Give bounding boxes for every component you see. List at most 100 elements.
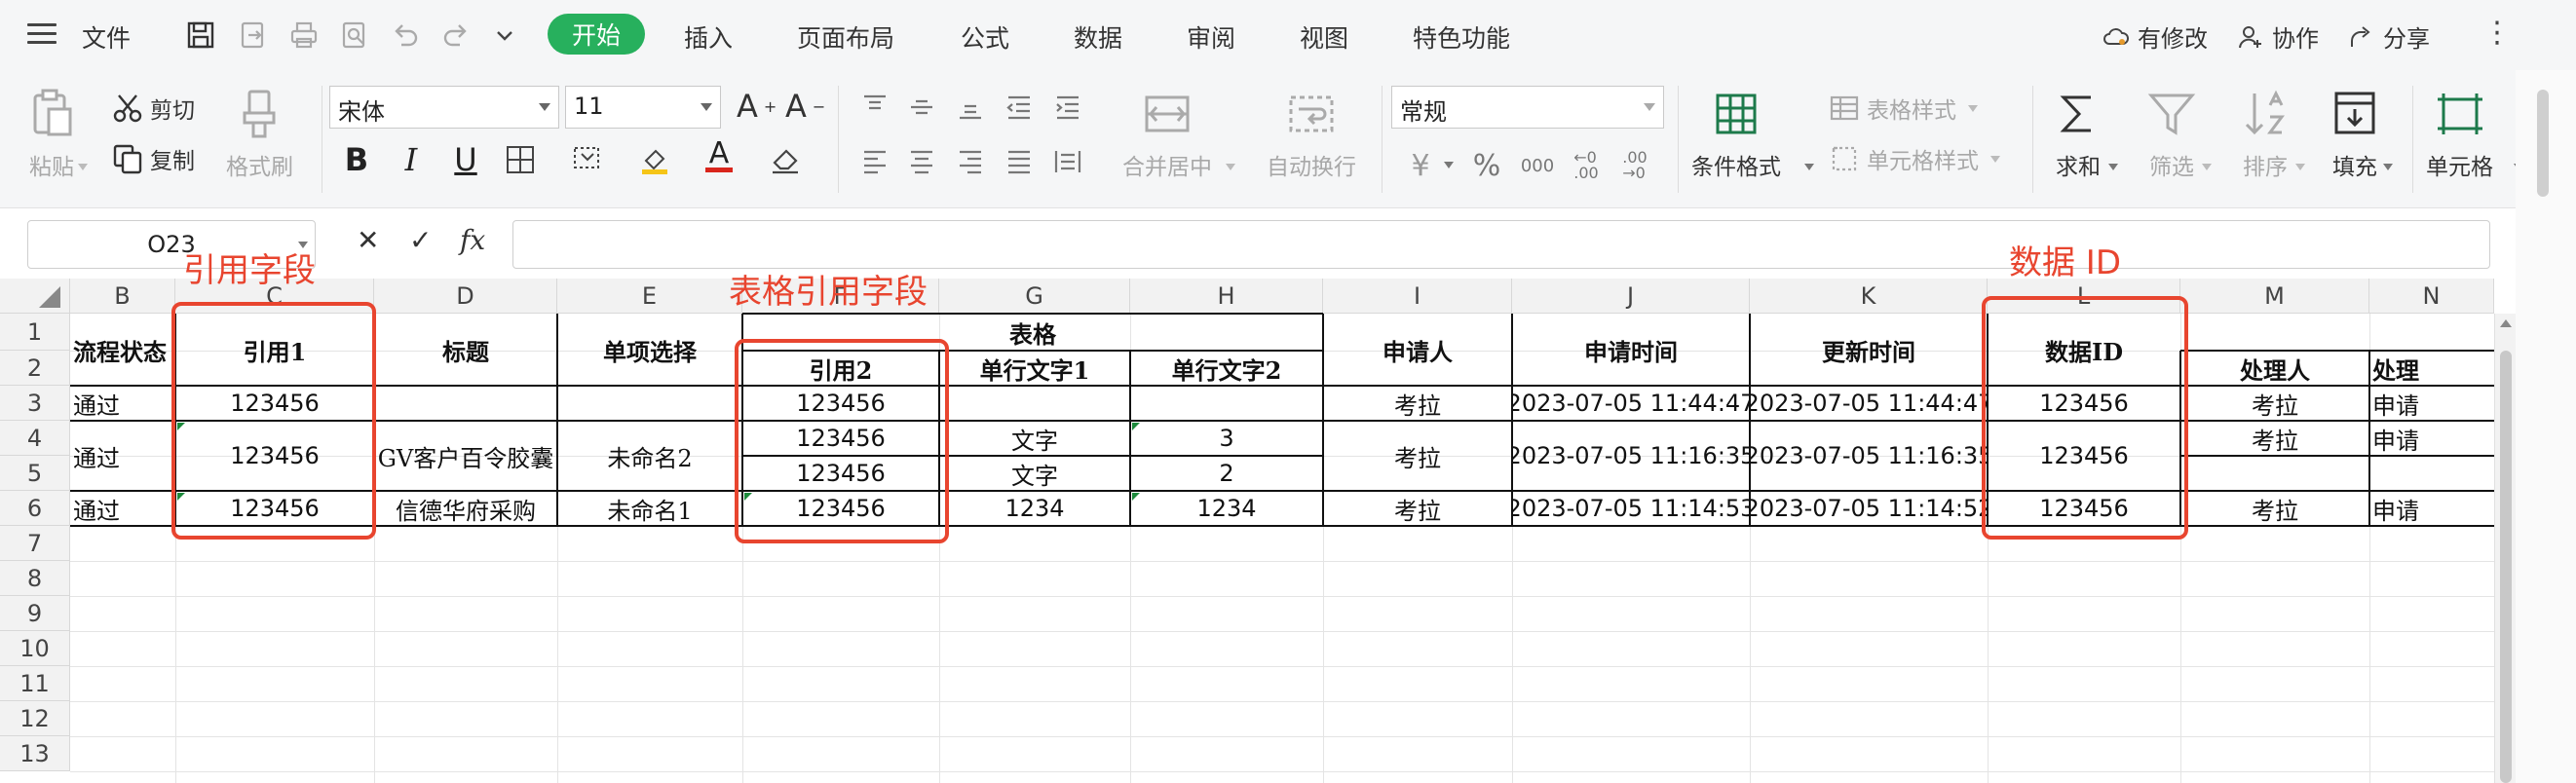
increase-decimal-icon[interactable]: ←0.00 (1565, 144, 1608, 187)
row-header-9[interactable]: 9 (0, 596, 70, 631)
column-header-N[interactable]: N (2369, 279, 2494, 314)
highlight-icon[interactable] (633, 138, 676, 181)
paste-dropdown-icon[interactable] (78, 164, 88, 170)
table-style-button[interactable]: 表格样式 (1828, 92, 1978, 125)
bold-icon[interactable]: B (335, 138, 378, 181)
align-middle-icon[interactable] (900, 86, 943, 129)
header-cell-handler[interactable]: 处理人 (2181, 352, 2368, 385)
cut-button[interactable]: 剪切 (111, 92, 195, 125)
undo-icon[interactable] (388, 18, 423, 53)
currency-dropdown-icon[interactable] (1444, 162, 1454, 168)
row-header-12[interactable]: 12 (0, 701, 70, 736)
cell[interactable]: 通过 (71, 387, 174, 420)
clear-format-icon[interactable] (764, 138, 807, 181)
print-preview-icon[interactable] (337, 18, 372, 53)
fill-color-icon[interactable] (565, 138, 608, 181)
confirm-icon[interactable]: ✓ (409, 224, 432, 256)
tab-data[interactable]: 数据 (1074, 19, 1122, 55)
formula-input[interactable] (512, 220, 2490, 269)
cell[interactable]: 2023-07-05 11:44:47 (1513, 387, 1749, 420)
cell[interactable]: 申请 (2370, 422, 2493, 455)
row-header-2[interactable]: 2 (0, 351, 70, 386)
sort-dropdown-icon[interactable] (2295, 164, 2305, 170)
header-cell-update-time[interactable]: 更新时间 (1751, 315, 1987, 385)
format-painter-button[interactable]: 格式刷 (226, 86, 293, 181)
tab-formulas[interactable]: 公式 (961, 19, 1009, 55)
cell[interactable]: 通过 (71, 422, 174, 490)
quick-access-dropdown-icon[interactable] (487, 18, 522, 53)
cell[interactable]: 文字 (940, 422, 1129, 455)
align-right-icon[interactable] (949, 140, 992, 183)
cell[interactable]: 2023-07-05 11:44:47 (1751, 387, 1987, 420)
align-left-icon[interactable] (853, 140, 896, 183)
cancel-icon[interactable]: ✕ (357, 224, 379, 256)
more-options-icon[interactable]: ⋮ (2482, 19, 2512, 48)
fill-dropdown-caret-icon[interactable] (2383, 164, 2393, 170)
copy-button[interactable]: 复制 (111, 142, 195, 175)
header-cell-status[interactable]: 流程状态 (71, 315, 174, 385)
filter-button[interactable]: 筛选 (2143, 86, 2200, 181)
header-cell-single-choice[interactable]: 单项选择 (558, 315, 741, 385)
number-format-select[interactable]: 常规 (1391, 86, 1664, 129)
column-header-J[interactable]: J (1512, 279, 1750, 314)
cell[interactable]: 1234 (940, 492, 1129, 525)
cell[interactable]: 考拉 (1324, 387, 1511, 420)
cell[interactable]: 1234 (1131, 492, 1322, 525)
cell[interactable]: 2023-07-05 11:14:53 (1513, 492, 1749, 525)
cell[interactable]: 未命名2 (558, 422, 741, 490)
row-header-1[interactable]: 1 (0, 314, 70, 351)
row-header-7[interactable]: 7 (0, 526, 70, 561)
increase-indent-icon[interactable] (1046, 86, 1089, 129)
cell[interactable]: 通过 (71, 492, 174, 525)
cell[interactable]: 信德华府采购 (375, 492, 556, 525)
file-menu[interactable]: 文件 (82, 19, 131, 55)
vertical-scrollbar[interactable] (2494, 314, 2516, 783)
share-button[interactable]: 分享 (2348, 19, 2430, 54)
italic-icon[interactable]: I (390, 138, 433, 181)
cell[interactable]: 2 (1131, 457, 1322, 490)
cell[interactable]: 申请 (2370, 492, 2493, 525)
select-all-corner[interactable] (0, 279, 70, 314)
thousands-separator-icon[interactable]: 000 (1516, 144, 1559, 187)
row-header-3[interactable]: 3 (0, 386, 70, 421)
print-icon[interactable] (286, 18, 322, 53)
align-center-icon[interactable] (900, 140, 943, 183)
percent-icon[interactable]: % (1465, 144, 1508, 187)
header-cell-handle[interactable]: 处理 (2370, 352, 2493, 385)
align-bottom-icon[interactable] (949, 86, 992, 129)
font-size-select[interactable]: 11 (565, 86, 721, 129)
row-header-6[interactable]: 6 (0, 491, 70, 526)
tab-insert[interactable]: 插入 (684, 19, 733, 55)
column-header-K[interactable]: K (1750, 279, 1988, 314)
tab-page-layout[interactable]: 页面布局 (797, 19, 894, 55)
column-header-G[interactable]: G (939, 279, 1130, 314)
sort-button[interactable]: 排序 (2237, 86, 2293, 181)
tab-view[interactable]: 视图 (1300, 19, 1348, 55)
underline-icon[interactable]: U (444, 138, 487, 181)
redo-icon[interactable] (438, 18, 474, 53)
hamburger-menu-icon[interactable] (27, 23, 57, 45)
column-header-H[interactable]: H (1130, 279, 1323, 314)
sum-dropdown-icon[interactable] (2108, 164, 2118, 170)
currency-icon[interactable]: ¥ (1399, 144, 1442, 187)
merge-center-button[interactable]: 合并居中 (1122, 86, 1212, 181)
row-header-11[interactable]: 11 (0, 666, 70, 701)
header-cell-applicant[interactable]: 申请人 (1324, 315, 1511, 385)
cell-button[interactable]: 单元格 (2426, 86, 2493, 181)
cell[interactable]: GV客户百令胶囊 (375, 422, 556, 490)
cell[interactable]: 文字 (940, 457, 1129, 490)
tab-review[interactable]: 审阅 (1187, 19, 1235, 55)
row-header-5[interactable]: 5 (0, 456, 70, 491)
increase-font-size-icon[interactable]: A + (737, 88, 777, 125)
sum-button[interactable]: 求和 (2050, 86, 2106, 181)
cond-format-dropdown-icon[interactable] (1804, 164, 1814, 170)
font-name-select[interactable]: 宋体 (329, 86, 559, 129)
distributed-align-icon[interactable] (1046, 140, 1089, 183)
filter-dropdown-icon[interactable] (2202, 164, 2212, 170)
modified-status[interactable]: 有修改 (2102, 19, 2208, 54)
column-header-M[interactable]: M (2180, 279, 2369, 314)
cell[interactable]: 考拉 (1324, 422, 1511, 490)
decrease-indent-icon[interactable] (998, 86, 1041, 129)
border-icon[interactable] (499, 138, 542, 181)
row-header-13[interactable]: 13 (0, 736, 70, 771)
